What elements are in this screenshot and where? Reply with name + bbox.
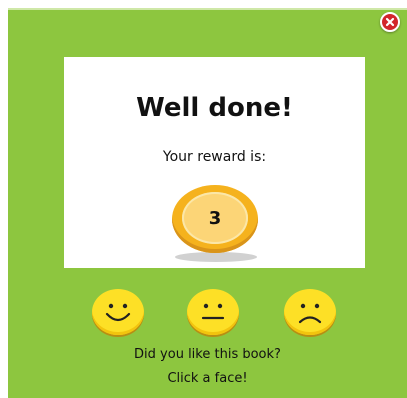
sad-face-button[interactable] [284,289,336,335]
feedback-question: Did you like this book? [134,347,281,362]
neutral-face-button[interactable] [187,289,239,335]
neutral-face-icon [201,303,225,320]
coin-icon: 3 [172,185,258,253]
close-icon [385,17,395,27]
top-divider [8,8,407,10]
reward-label: Your reward is: [162,149,267,165]
coin-shadow [175,252,257,262]
sad-face-icon [298,303,322,324]
close-button[interactable] [380,12,400,32]
happy-face-button[interactable] [92,289,144,335]
happy-face-icon [105,303,131,322]
well-done-title: Well done! [136,93,293,123]
reward-value: 3 [208,207,222,229]
coin-face: 3 [182,192,248,244]
feedback-hint: Click a face! [167,371,248,386]
